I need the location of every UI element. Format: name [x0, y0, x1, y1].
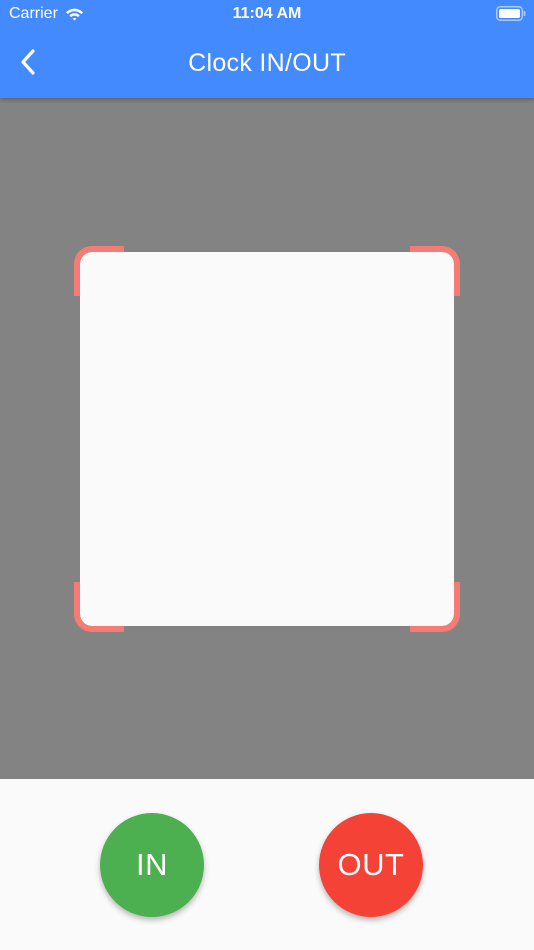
- page-title: Clock IN/OUT: [188, 49, 346, 77]
- scan-corner-top-left: [74, 246, 124, 296]
- clock-out-label: OUT: [337, 847, 405, 882]
- app-bar: Clock IN/OUT: [0, 28, 534, 98]
- qr-scanner-view: [0, 98, 534, 779]
- battery-icon: [496, 6, 526, 21]
- status-bar: Carrier 11:04 AM: [0, 0, 534, 28]
- scan-corner-bottom-right: [410, 582, 460, 632]
- status-time: 11:04 AM: [232, 5, 302, 22]
- scan-frame: [74, 246, 460, 632]
- scan-corner-bottom-left: [74, 582, 124, 632]
- action-panel: IN OUT: [0, 779, 534, 950]
- scan-corner-top-right: [410, 246, 460, 296]
- clock-in-label: IN: [136, 847, 168, 882]
- header: Carrier 11:04 AM Clock IN/OUT: [0, 0, 534, 98]
- clock-in-out-screen: Carrier 11:04 AM Clock IN/OUT IN OUT: [0, 0, 534, 950]
- clock-out-button[interactable]: OUT: [319, 813, 423, 917]
- clock-in-button[interactable]: IN: [100, 813, 204, 917]
- scan-window: [80, 252, 454, 626]
